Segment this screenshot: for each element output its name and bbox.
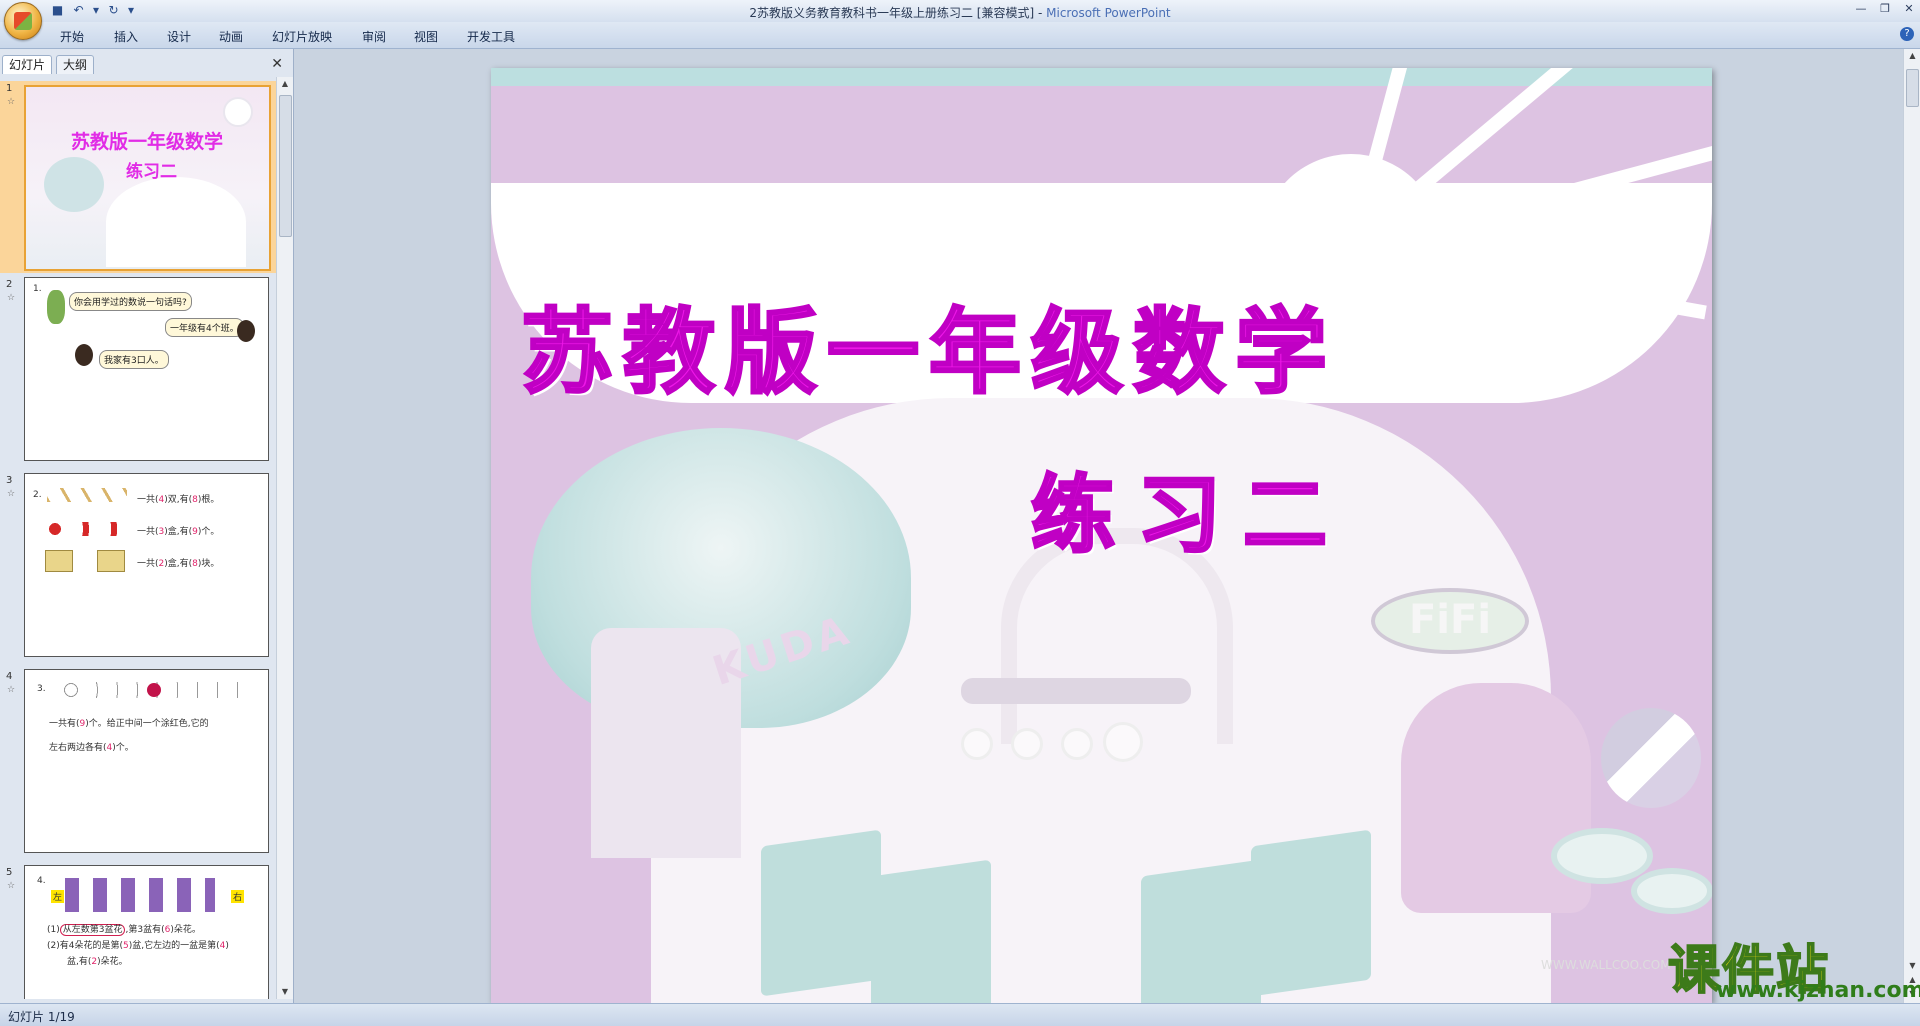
transition-icon: ☆ xyxy=(7,881,16,891)
box-icon xyxy=(45,550,73,572)
right-label: 右 xyxy=(231,890,245,903)
help-icon[interactable]: ? xyxy=(1900,27,1914,41)
question-number: 2. xyxy=(33,490,42,500)
slide-number: 3 xyxy=(6,475,13,486)
tab-view[interactable]: 视图 xyxy=(414,28,438,45)
scroll-down-icon[interactable]: ▼ xyxy=(277,985,293,999)
thumbnail-scrollbar[interactable]: ▲ ▼ xyxy=(276,77,293,999)
thumbnail-list: 1 ☆ 苏教版一年级数学 练习二 2 ☆ 1. 你会用学过的数说一句话吗? 一年… xyxy=(0,77,276,999)
window-title: 2苏教版义务教育教科书一年级上册练习二 [兼容模式] - Microsoft P… xyxy=(0,4,1920,21)
left-label: 左 xyxy=(51,890,65,903)
line-2: 左右两边各有(4)个。 xyxy=(49,743,134,753)
fifi-sign: FiFi xyxy=(1371,588,1529,654)
scroll-up-icon[interactable]: ▲ xyxy=(277,77,293,91)
tab-design[interactable]: 设计 xyxy=(167,28,191,45)
close-pane-icon[interactable]: ✕ xyxy=(271,56,283,72)
transition-icon: ☆ xyxy=(7,489,16,499)
line-3: 盆,有(2)朵花。 xyxy=(67,957,128,967)
tab-review[interactable]: 审阅 xyxy=(362,28,386,45)
red-apple-icon xyxy=(147,683,161,697)
slide-thumbnail-3[interactable]: 3 ☆ 2. 一共(4)双,有(8)根。 一共(3)盒,有(9)个。 一共(2)… xyxy=(0,473,276,661)
status-bar: 幻灯片 1/19 xyxy=(0,1003,1920,1026)
tab-insert[interactable]: 插入 xyxy=(114,28,138,45)
slide-thumbnail-5[interactable]: 5 ☆ 4. 左 右 (1) 从左数第3盆花 ,第3盆有(6)朵花。 (2)有4朵花… xyxy=(0,865,276,999)
line-2: (2)有4朵花的是第(5)盆,它左边的一盆是第(4) xyxy=(47,941,229,951)
office-logo-icon xyxy=(14,12,32,30)
minimize-icon[interactable]: — xyxy=(1854,2,1868,16)
slide-number: 2 xyxy=(6,279,13,290)
slide-title[interactable]: 苏教版一年级数学 xyxy=(491,278,1712,411)
scroll-thumb[interactable] xyxy=(279,95,292,237)
slide-number: 1 xyxy=(6,83,13,94)
chopsticks-icon xyxy=(47,488,127,502)
ball-illustration xyxy=(1601,708,1701,808)
thumb-title: 苏教版一年级数学 xyxy=(70,131,223,153)
line-1: (1) 从左数第3盆花 ,第3盆有(6)朵花。 xyxy=(47,924,201,936)
kjzhan-logo: 课件站 www.kjzhan.com xyxy=(1667,928,1920,1003)
current-slide[interactable]: KUDA FiFi 苏教版一年级数学 练习二 WWW.WALLCOO.COM xyxy=(491,68,1712,1003)
slides-pane: 幻灯片 大纲 ✕ 1 ☆ 苏教版一年级数学 练习二 2 ☆ 1. 你会用学过的数… xyxy=(0,49,294,1003)
tab-outline[interactable]: 大纲 xyxy=(56,55,95,74)
box-icon xyxy=(97,550,125,572)
slide-number: 4 xyxy=(6,671,13,682)
scroll-up-icon[interactable]: ▲ xyxy=(1904,49,1920,63)
girl-avatar-icon xyxy=(237,320,255,342)
question-number: 1. xyxy=(33,284,42,294)
tab-slideshow[interactable]: 幻灯片放映 xyxy=(272,28,332,45)
speech-bubble: 一年级有4个班。 xyxy=(165,318,244,337)
line-3: 一共(2)盒,有(8)块。 xyxy=(137,559,220,569)
transition-icon: ☆ xyxy=(7,293,16,303)
slide-thumbnail-2[interactable]: 2 ☆ 1. 你会用学过的数说一句话吗? 一年级有4个班。 我家有3口人。 xyxy=(0,277,276,465)
watermark: WWW.WALLCOO.COM xyxy=(1541,958,1671,972)
brand-url: www.kjzhan.com xyxy=(1716,978,1920,1003)
slide-thumbnail-1[interactable]: 1 ☆ 苏教版一年级数学 练习二 xyxy=(0,81,276,273)
line-2: 一共(3)盒,有(9)个。 xyxy=(137,527,220,537)
tree-character-icon xyxy=(47,290,65,324)
speech-bubble: 我家有3口人。 xyxy=(99,350,169,369)
scroll-thumb[interactable] xyxy=(1906,69,1919,107)
thumb-subtitle: 练习二 xyxy=(126,162,177,182)
apples-icon xyxy=(47,522,131,536)
office-button[interactable] xyxy=(4,2,42,40)
transition-icon: ☆ xyxy=(7,97,16,107)
tab-slides[interactable]: 幻灯片 xyxy=(2,55,53,74)
document-title: 2苏教版义务教育教科书一年级上册练习二 [兼容模式] - xyxy=(749,6,1047,20)
question-number: 4. xyxy=(37,876,46,886)
tab-home[interactable]: 开始 xyxy=(60,28,84,45)
boy-avatar-icon xyxy=(75,344,93,366)
question-number: 3. xyxy=(37,684,46,694)
app-name: Microsoft PowerPoint xyxy=(1046,6,1171,20)
line-1: 一共(4)双,有(8)根。 xyxy=(137,495,220,505)
line-1: 一共有(9)个。给正中间一个涂红色,它的 xyxy=(49,719,209,729)
transition-icon: ☆ xyxy=(7,685,16,695)
restore-icon[interactable]: ❐ xyxy=(1878,2,1892,16)
close-icon[interactable]: ✕ xyxy=(1902,2,1916,16)
slide-thumbnail-4[interactable]: 4 ☆ 3. 一共有(9)个。给正中间一个涂红色,它的 左右两边各有(4)个。 xyxy=(0,669,276,857)
slide-subtitle[interactable]: 练习二 xyxy=(1029,448,1349,569)
speech-bubble: 你会用学过的数说一句话吗? xyxy=(69,292,192,311)
flower-pots-icon xyxy=(65,878,215,912)
tab-animation[interactable]: 动画 xyxy=(219,28,243,45)
title-bar: ■ ↶ ▾ ↻ ▾ 2苏教版义务教育教科书一年级上册练习二 [兼容模式] - M… xyxy=(0,0,1920,23)
ribbon-tabs: 开始 插入 设计 动画 幻灯片放映 审阅 视图 开发工具 ? xyxy=(0,22,1920,49)
slide-counter: 幻灯片 1/19 xyxy=(8,1010,75,1024)
tab-developer[interactable]: 开发工具 xyxy=(467,28,515,45)
slide-number: 5 xyxy=(6,867,13,878)
editor-scrollbar[interactable]: ▲ ▼ ▲ ▼ xyxy=(1903,49,1920,1003)
